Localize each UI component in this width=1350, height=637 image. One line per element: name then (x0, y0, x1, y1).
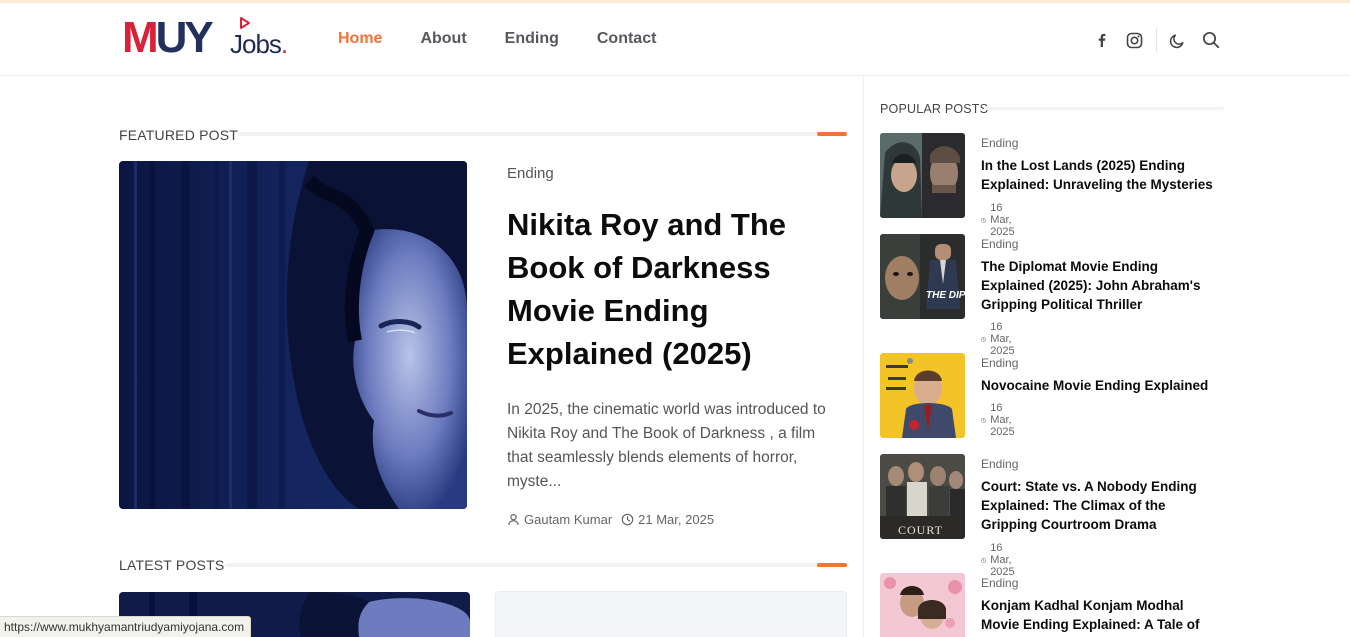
popular-title[interactable]: Novocaine Movie Ending Explained (981, 376, 1221, 395)
popular-thumb[interactable] (880, 133, 965, 218)
nav-contact[interactable]: Contact (597, 29, 657, 49)
header-icons (1092, 27, 1221, 53)
popular-thumb[interactable] (880, 353, 965, 438)
instagram-icon[interactable] (1124, 30, 1144, 50)
latest-section-accent (817, 563, 847, 567)
latest-section-line (225, 563, 847, 567)
popular-date: 16 Mar, 2025 (981, 402, 1020, 438)
facebook-icon[interactable] (1092, 30, 1112, 50)
popular-thumb[interactable] (880, 573, 965, 637)
logo-jobs: Jobs. (230, 29, 288, 59)
author-name: Gautam Kumar (524, 512, 613, 527)
popular-date: 16 Mar, 2025 (981, 202, 1020, 238)
user-icon (508, 513, 519, 526)
popular-thumb[interactable]: THE DIPLO (880, 234, 965, 319)
featured-category[interactable]: Ending (507, 165, 554, 182)
popular-title[interactable]: In the Lost Lands (2025) Ending Explaine… (981, 156, 1221, 194)
featured-image[interactable] (119, 161, 467, 509)
featured-author[interactable]: Gautam Kumar (507, 512, 612, 527)
popular-date: 16 Mar, 2025 (981, 321, 1020, 357)
play-icon (240, 17, 250, 29)
clock-icon (981, 217, 986, 223)
featured-meta: Gautam Kumar 21 Mar, 2025 (507, 512, 723, 527)
status-bar-url: https://www.mukhyamantriudyamiyojana.com (0, 616, 252, 637)
featured-section-title: FEATURED POST (119, 127, 239, 143)
clock-icon (621, 513, 634, 526)
header-separator (1156, 27, 1157, 53)
date-text: 16 Mar, 2025 (990, 321, 1015, 357)
popular-title[interactable]: The Diplomat Movie Ending Explained (202… (981, 257, 1221, 314)
popular-category[interactable]: Ending (981, 576, 1018, 590)
nav-home[interactable]: Home (338, 29, 382, 49)
clock-icon (981, 336, 986, 342)
featured-date: 21 Mar, 2025 (621, 512, 714, 527)
date-text: 16 Mar, 2025 (990, 402, 1015, 438)
popular-section-line (984, 107, 1224, 110)
nav-ending[interactable]: Ending (505, 29, 559, 49)
featured-section-line (237, 132, 847, 136)
popular-date: 16 Mar, 2025 (981, 542, 1020, 578)
clock-icon (981, 417, 986, 423)
popular-title[interactable]: Konjam Kadhal Konjam Modhal Movie Ending… (981, 596, 1221, 634)
popular-category[interactable]: Ending (981, 136, 1018, 150)
featured-excerpt: In 2025, the cinematic world was introdu… (507, 401, 826, 490)
popular-category[interactable]: Ending (981, 237, 1018, 251)
featured-title[interactable]: Nikita Roy and The Book of Darkness Movi… (507, 203, 827, 375)
thumb-text: THE DIPLO (926, 290, 965, 301)
popular-title[interactable]: Court: State vs. A Nobody Ending Explain… (981, 477, 1221, 534)
date-text: 16 Mar, 2025 (990, 542, 1015, 578)
latest-section-title: LATEST POSTS (119, 557, 225, 573)
sidebar-divider (863, 76, 864, 637)
site-logo[interactable]: MUY Jobs. (122, 15, 297, 61)
moon-icon[interactable] (1167, 30, 1187, 50)
popular-category[interactable]: Ending (981, 356, 1018, 370)
latest-post-card[interactable] (495, 591, 847, 637)
search-icon[interactable] (1201, 30, 1221, 50)
featured-section-accent (817, 132, 847, 136)
date-text: 16 Mar, 2025 (990, 202, 1015, 238)
clock-icon (981, 557, 986, 563)
date-text: 21 Mar, 2025 (638, 512, 715, 527)
nav-about[interactable]: About (420, 29, 466, 49)
popular-section-title: POPULAR POSTS (880, 102, 989, 116)
popular-thumb[interactable]: COURT (880, 454, 965, 539)
main-nav: Home About Ending Contact (338, 29, 656, 49)
thumb-text: COURT (898, 523, 943, 537)
site-header: MUY Jobs. Home About Ending Contact (0, 3, 1350, 76)
logo-muy: MUY (122, 13, 214, 62)
popular-category[interactable]: Ending (981, 457, 1018, 471)
